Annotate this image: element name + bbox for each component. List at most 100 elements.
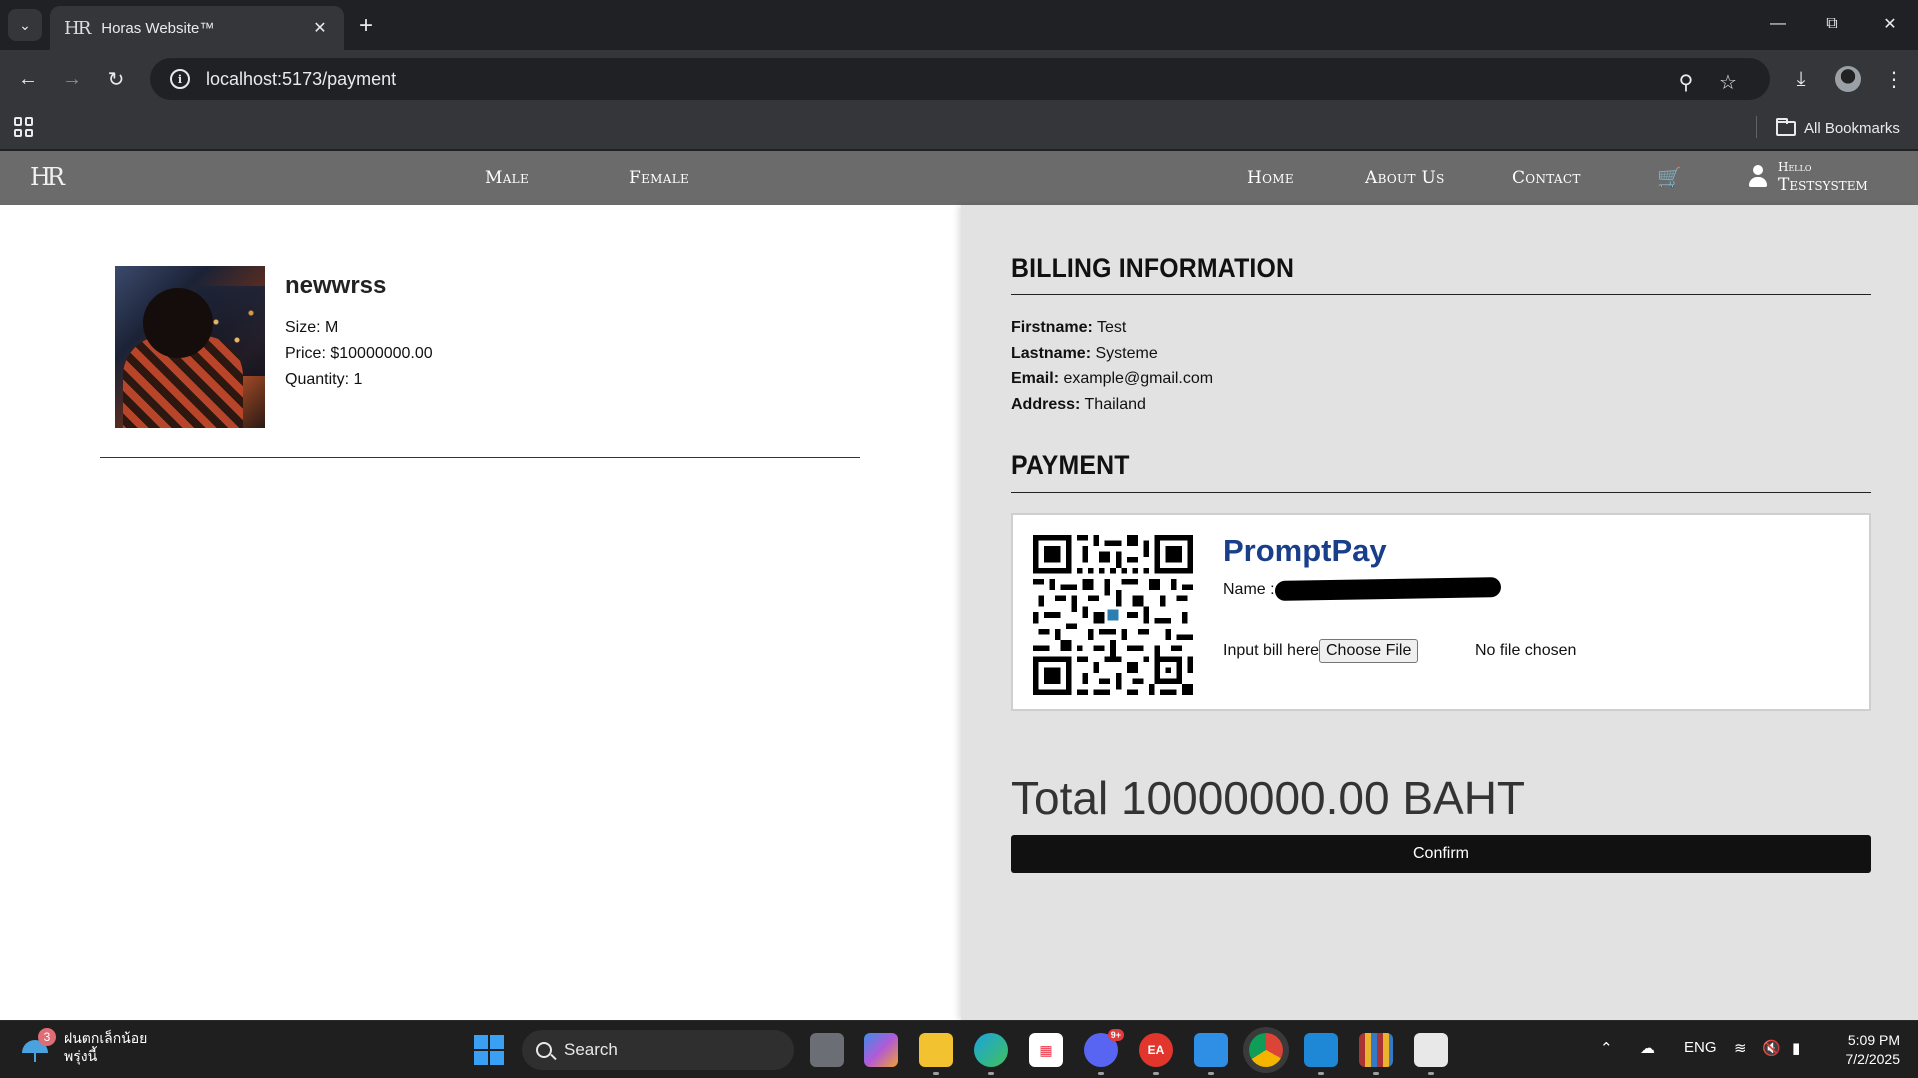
weather-badge: 3 bbox=[38, 1028, 56, 1046]
menu-kebab-icon[interactable]: ⋮ bbox=[1878, 63, 1910, 95]
window-close-button[interactable]: ✕ bbox=[1870, 8, 1910, 40]
nav-link-male[interactable]: Male bbox=[485, 168, 529, 188]
system-clock[interactable]: 5:09 PM 7/2/2025 bbox=[1834, 1031, 1901, 1069]
redacted-payee-name bbox=[1274, 577, 1502, 601]
site-info-icon[interactable]: i bbox=[170, 69, 190, 89]
tab-title: Horas Website™ bbox=[101, 19, 215, 37]
nav-link-female[interactable]: Female bbox=[629, 168, 689, 188]
payment-divider bbox=[1011, 492, 1871, 493]
web-page: HR Male Female Home About Us Contact 🛒 H… bbox=[0, 151, 1918, 1020]
confirm-button[interactable]: Confirm bbox=[1011, 835, 1871, 873]
product-quantity: Quantity: 1 bbox=[285, 371, 363, 388]
browser-toolbar: ← → ↻ i localhost:5173/payment ⚲ ☆ ⤓ ⋮ bbox=[0, 50, 1918, 108]
address-bar[interactable]: i localhost:5173/payment ⚲ ☆ bbox=[150, 58, 1770, 100]
winrar-icon[interactable] bbox=[1359, 1033, 1393, 1075]
back-button[interactable]: ← bbox=[12, 63, 44, 95]
url-text: localhost:5173/payment bbox=[206, 68, 397, 89]
cart-summary: newwrss Size: M Price: $10000000.00 Quan… bbox=[0, 205, 960, 1020]
billing-lastname-label: Lastname: bbox=[1011, 345, 1092, 362]
snipping-tool-icon[interactable] bbox=[1414, 1033, 1448, 1075]
reload-button[interactable]: ↻ bbox=[100, 63, 132, 95]
clock-time: 5:09 PM bbox=[1847, 1032, 1900, 1048]
avatar bbox=[1835, 66, 1861, 92]
chrome-icon[interactable] bbox=[1249, 1033, 1283, 1067]
all-bookmarks-button[interactable]: All Bookmarks bbox=[1776, 116, 1900, 140]
photos-icon[interactable] bbox=[1194, 1033, 1228, 1075]
billing-firstname-value: Test bbox=[1096, 319, 1127, 336]
shopping-cart-icon[interactable]: 🛒 bbox=[1657, 165, 1682, 190]
volume-muted-icon[interactable]: 🔇 bbox=[1762, 1039, 1781, 1057]
wifi-icon[interactable]: ≋ bbox=[1734, 1039, 1747, 1057]
tab-strip: ⌄ HR Horas Website™ ✕ + — ⧉ ✕ bbox=[0, 0, 1918, 50]
username-label[interactable]: Testsystem bbox=[1778, 175, 1868, 195]
vscode-icon[interactable] bbox=[1304, 1033, 1338, 1075]
weather-day: พรุ่งนี้ bbox=[64, 1048, 98, 1064]
bill-upload-label: Input bill here bbox=[1223, 642, 1320, 659]
billing-firstname: Firstname: Test bbox=[1011, 319, 1126, 337]
clock-date: 7/2/2025 bbox=[1845, 1051, 1901, 1067]
site-favicon: HR bbox=[64, 17, 91, 39]
billing-address-value: Thailand bbox=[1084, 396, 1146, 413]
billing-email-label: Email: bbox=[1011, 370, 1060, 387]
billing-title: BILLING INFORMATION bbox=[1011, 253, 1295, 283]
user-icon[interactable] bbox=[1749, 165, 1767, 189]
billing-address: Address: Thailand bbox=[1011, 396, 1146, 414]
taskbar: 3 ฝนตกเล็กน้อย พรุ่งนี้ Search ▦ 9+ EA ⌃… bbox=[0, 1020, 1918, 1078]
promptpay-card: PromptPay Name : Input bill here Choose … bbox=[1011, 513, 1871, 711]
file-status-text: No file chosen bbox=[1475, 642, 1577, 659]
tab-search-button[interactable]: ⌄ bbox=[8, 9, 42, 41]
language-indicator[interactable]: ENG bbox=[1684, 1039, 1717, 1056]
task-view-icon[interactable] bbox=[810, 1033, 844, 1067]
weather-condition: ฝนตกเล็กน้อย bbox=[64, 1030, 148, 1046]
nav-link-home[interactable]: Home bbox=[1247, 168, 1294, 188]
bookmark-star-icon[interactable]: ☆ bbox=[1712, 66, 1744, 98]
start-button[interactable] bbox=[472, 1033, 506, 1067]
taskbar-search[interactable]: Search bbox=[522, 1030, 794, 1070]
site-logo[interactable]: HR bbox=[30, 163, 65, 191]
all-bookmarks-label: All Bookmarks bbox=[1804, 119, 1900, 137]
product-size: Size: M bbox=[285, 319, 339, 336]
order-total: Total 10000000.00 BAHT bbox=[1011, 772, 1526, 824]
divider bbox=[100, 457, 860, 458]
folder-icon bbox=[1776, 117, 1796, 136]
store-icon[interactable]: ▦ bbox=[1029, 1033, 1063, 1067]
nav-link-contact[interactable]: Contact bbox=[1512, 168, 1581, 188]
weather-widget[interactable]: 3 ฝนตกเล็กน้อย พรุ่งนี้ bbox=[20, 1028, 148, 1065]
new-tab-button[interactable]: + bbox=[352, 12, 380, 40]
file-explorer-icon[interactable] bbox=[919, 1033, 953, 1075]
browser-tab[interactable]: HR Horas Website™ ✕ bbox=[50, 6, 344, 50]
billing-lastname-value: Systeme bbox=[1095, 345, 1158, 362]
chevron-up-icon[interactable]: ⌃ bbox=[1600, 1039, 1613, 1057]
close-icon[interactable]: ✕ bbox=[310, 18, 330, 38]
download-icon[interactable]: ⤓ bbox=[1785, 63, 1817, 95]
ea-app-icon[interactable]: EA bbox=[1139, 1033, 1173, 1075]
profile-button[interactable] bbox=[1832, 63, 1864, 95]
billing-email: Email: example@gmail.com bbox=[1011, 370, 1213, 388]
choose-file-button[interactable]: Choose File bbox=[1319, 639, 1419, 663]
windows-logo-icon bbox=[474, 1035, 504, 1065]
payee-name-label: Name : bbox=[1223, 581, 1275, 598]
minimize-button[interactable]: — bbox=[1758, 8, 1798, 40]
billing-lastname: Lastname: Systeme bbox=[1011, 345, 1158, 363]
nav-link-about-us[interactable]: About Us bbox=[1365, 168, 1445, 188]
discord-icon[interactable]: 9+ bbox=[1084, 1029, 1124, 1075]
promptpay-qr-code bbox=[1033, 535, 1193, 695]
bookmarks-separator bbox=[1756, 116, 1757, 138]
zoom-icon[interactable]: ⚲ bbox=[1670, 66, 1702, 98]
product-name: newwrss bbox=[285, 272, 387, 299]
product-image bbox=[115, 266, 265, 428]
copilot-icon[interactable] bbox=[864, 1033, 898, 1067]
billing-divider bbox=[1011, 294, 1871, 295]
billing-firstname-label: Firstname: bbox=[1011, 319, 1093, 336]
product-price: Price: $10000000.00 bbox=[285, 345, 433, 362]
site-navbar: HR Male Female Home About Us Contact 🛒 H… bbox=[0, 151, 1918, 205]
restore-button[interactable]: ⧉ bbox=[1812, 8, 1852, 40]
discord-badge: 9+ bbox=[1107, 1029, 1124, 1041]
cloud-offline-icon[interactable]: ☁ bbox=[1640, 1039, 1655, 1057]
apps-grid-icon[interactable] bbox=[14, 117, 34, 137]
forward-button[interactable]: → bbox=[56, 63, 88, 95]
edge-icon[interactable] bbox=[974, 1033, 1008, 1075]
greeting-label: Hello bbox=[1778, 160, 1812, 174]
umbrella-icon: 3 bbox=[20, 1028, 56, 1062]
battery-icon[interactable]: ▮ bbox=[1792, 1039, 1800, 1057]
